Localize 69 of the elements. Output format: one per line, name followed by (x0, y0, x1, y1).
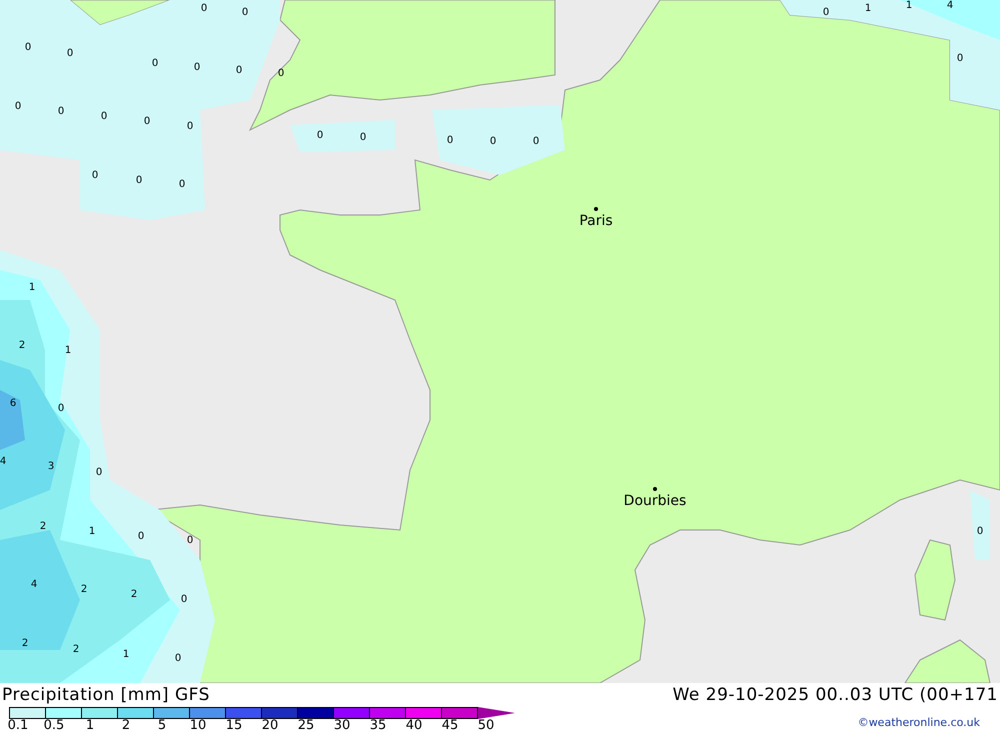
precipitation-value: 0 (446, 136, 454, 146)
precipitation-value: 0 (180, 595, 188, 605)
legend-tick-label: 5 (156, 719, 168, 733)
legend-tick-label: 0.1 (6, 719, 30, 733)
precipitation-value: 0 (24, 43, 32, 53)
valid-time: We 29-10-2025 00..03 UTC (00+171 (672, 685, 998, 707)
precipitation-value: 0 (976, 527, 984, 537)
legend-arrow-icon (478, 707, 515, 719)
precipitation-value: 2 (18, 341, 26, 351)
legend-tick-label: 25 (296, 719, 316, 733)
precipitation-value: 1 (88, 527, 96, 537)
precipitation-value: 1 (864, 4, 872, 14)
map-title: Precipitation [mm] GFS (2, 685, 210, 707)
precipitation-value: 0 (96, 468, 102, 478)
city-marker-icon (653, 487, 657, 491)
precipitation-value: 0 (178, 180, 186, 190)
precipitation-value: 3 (48, 462, 54, 472)
legend-tick-label: 1 (84, 719, 96, 733)
legend-tick-label: 35 (368, 719, 388, 733)
precipitation-value: 0 (278, 69, 284, 79)
precipitation-value: 0 (822, 8, 830, 18)
precipitation-value: 0 (92, 171, 98, 181)
legend-tick-label: 10 (188, 719, 208, 733)
precipitation-value: 1 (28, 283, 36, 293)
legend-tick-label: 50 (476, 719, 496, 733)
legend-tick-label: 0.5 (42, 719, 66, 733)
precipitation-value: 0 (144, 117, 150, 127)
precipitation-value: 0 (14, 102, 22, 112)
precipitation-value: 2 (80, 585, 88, 595)
legend-tick-label: 2 (120, 719, 132, 733)
precipitation-value: 1 (906, 1, 912, 11)
city-label: Dourbies (624, 493, 686, 509)
credit-link[interactable]: ©weatheronline.co.uk (858, 716, 980, 729)
precipitation-value: 0 (66, 49, 74, 59)
precipitation-value: 2 (22, 639, 28, 649)
precipitation-value: 0 (186, 122, 194, 132)
precipitation-value: 0 (194, 63, 200, 73)
precipitation-value: 0 (136, 176, 142, 186)
precipitation-value: 2 (40, 522, 46, 532)
precipitation-value: 2 (130, 590, 138, 600)
city-label: Paris (579, 213, 613, 229)
legend-tick-label: 20 (260, 719, 280, 733)
legend-tick-label: 30 (332, 719, 352, 733)
precipitation-value: 6 (10, 399, 16, 409)
precipitation-value: 0 (174, 654, 182, 664)
precipitation-value: 0 (242, 8, 248, 18)
precipitation-value: 0 (138, 532, 144, 542)
precipitation-value: 0 (532, 137, 540, 147)
precipitation-value: 0 (316, 131, 324, 141)
city-marker-icon (594, 207, 598, 211)
precipitation-value: 4 (30, 580, 38, 590)
precipitation-value: 4 (0, 457, 6, 467)
legend-tick-label: 40 (404, 719, 424, 733)
precipitation-value: 2 (72, 645, 80, 655)
legend-tick-label: 45 (440, 719, 460, 733)
precipitation-value: 0 (152, 59, 158, 69)
precipitation-value: 1 (122, 650, 130, 660)
precipitation-value: 0 (186, 536, 194, 546)
precipitation-value: 0 (58, 107, 64, 117)
precipitation-value: 0 (236, 66, 242, 76)
precipitation-value: 0 (956, 54, 964, 64)
precipitation-value: 4 (946, 1, 954, 11)
precipitation-value: 0 (200, 4, 208, 14)
legend-tick-label: 15 (224, 719, 244, 733)
precipitation-value: 0 (100, 112, 108, 122)
precipitation-value: 0 (360, 133, 366, 143)
precipitation-value: 1 (64, 346, 72, 356)
precipitation-value: 0 (58, 404, 64, 414)
precipitation-value: 0 (490, 137, 496, 147)
